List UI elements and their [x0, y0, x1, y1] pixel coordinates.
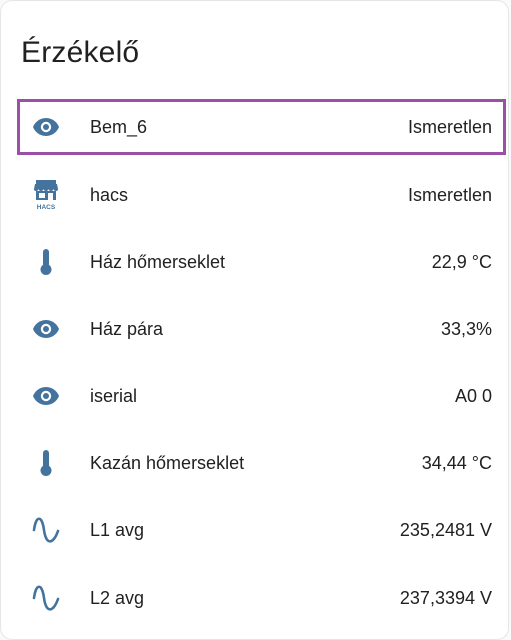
- entity-state: A0 0: [454, 385, 492, 406]
- entity-name: Ház hőmerseklet: [90, 251, 226, 272]
- entity-name: Ház pára: [90, 318, 164, 339]
- entity-name: iserial: [90, 385, 138, 406]
- entity-name: L2 avg: [90, 587, 145, 608]
- entity-state: 22,9 °C: [431, 251, 492, 272]
- entity-row-kazan-homerseklet[interactable]: Kazán hőmerseklet 34,44 °C: [17, 435, 506, 491]
- thermometer-icon: [30, 447, 62, 479]
- entity-state: 33,3%: [440, 318, 492, 339]
- entity-state: 235,2481 V: [399, 519, 492, 540]
- eye-icon: [30, 313, 62, 345]
- entities-card: Érzékelő Bem_6 Ismeretlen HACS hacs Isme…: [0, 0, 509, 640]
- eye-icon: [30, 380, 62, 412]
- entity-state: Ismeretlen: [407, 116, 492, 137]
- hacs-store-icon: HACS: [30, 179, 62, 211]
- entity-state: 34,44 °C: [421, 452, 492, 473]
- entity-row-haz-para[interactable]: Ház pára 33,3%: [17, 301, 506, 357]
- entity-row-hacs[interactable]: HACS hacs Ismeretlen: [17, 167, 506, 223]
- entity-row-l2-avg[interactable]: L2 avg 237,3394 V: [17, 570, 506, 626]
- eye-icon: [30, 111, 62, 143]
- card-title: Érzékelő: [21, 36, 140, 69]
- hacs-icon-text: HACS: [37, 204, 56, 211]
- entity-name: L1 avg: [90, 519, 145, 540]
- sine-wave-icon: [30, 514, 62, 546]
- entity-row-haz-homerseklet[interactable]: Ház hőmerseklet 22,9 °C: [17, 234, 506, 290]
- entity-row-iserial[interactable]: iserial A0 0: [17, 368, 506, 424]
- entity-name: Bem_6: [90, 116, 148, 137]
- entity-row-l1-avg[interactable]: L1 avg 235,2481 V: [17, 502, 506, 558]
- entity-name: hacs: [90, 184, 129, 205]
- sine-wave-icon: [30, 582, 62, 614]
- entity-state: 237,3394 V: [399, 587, 492, 608]
- entity-name: Kazán hőmerseklet: [90, 452, 245, 473]
- thermometer-icon: [30, 246, 62, 278]
- entity-row-bem-6[interactable]: Bem_6 Ismeretlen: [17, 99, 506, 155]
- entity-state: Ismeretlen: [407, 184, 492, 205]
